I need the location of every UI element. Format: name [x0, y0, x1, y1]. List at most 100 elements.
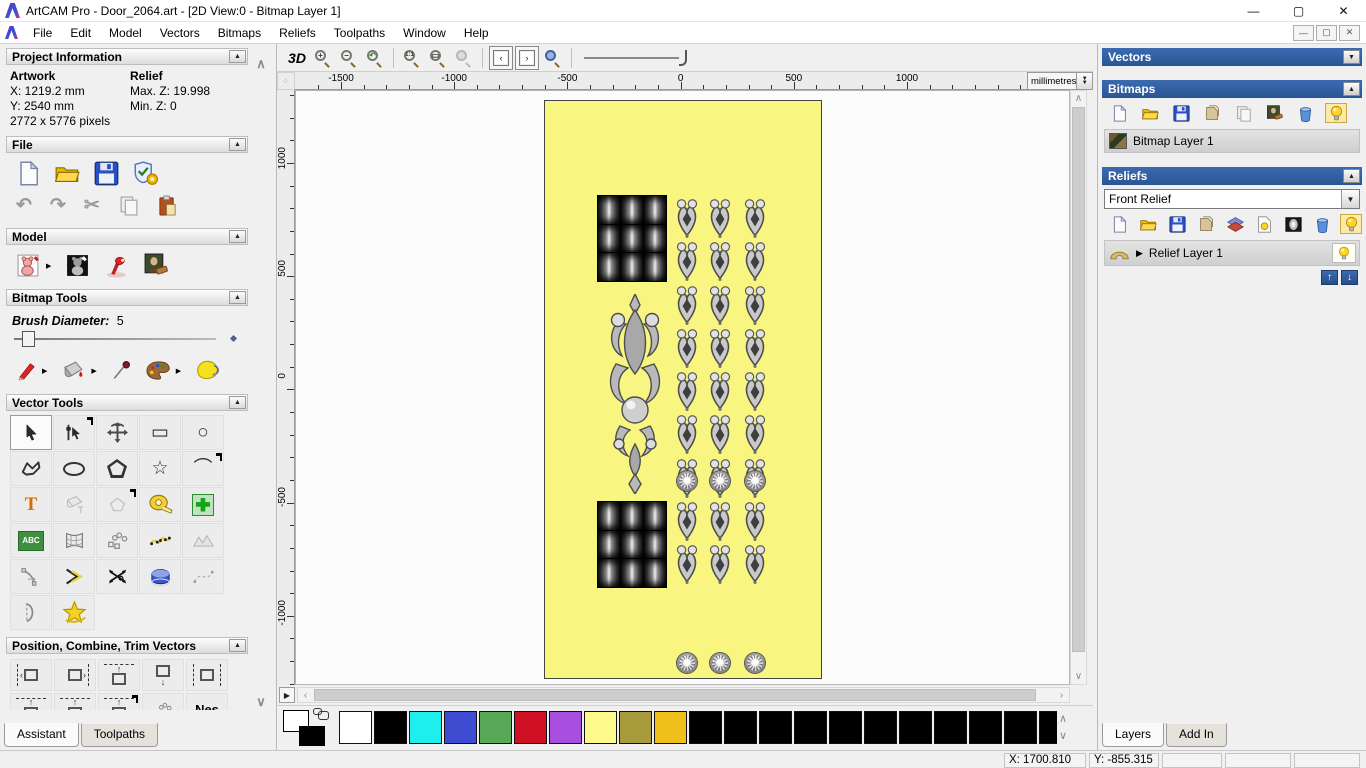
- redo-button[interactable]: ↷: [50, 194, 66, 217]
- expand-relief-layer-icon[interactable]: ▶: [1136, 248, 1143, 259]
- palette-scroll-down-icon[interactable]: ∨: [1055, 727, 1071, 744]
- zoom-fit-button[interactable]: ▭: [426, 46, 450, 70]
- open-relief-layer-button[interactable]: [1137, 214, 1159, 234]
- colour-palette-button[interactable]: [146, 358, 171, 383]
- new-bitmap-layer-button[interactable]: [1108, 103, 1130, 123]
- save-bitmap-layer-button[interactable]: [1170, 103, 1192, 123]
- pan-view-button[interactable]: ▶: [279, 687, 295, 703]
- create-circle-tool[interactable]: ○: [182, 415, 224, 450]
- fit-arc-tool[interactable]: [10, 559, 52, 594]
- relief-side-dropdown[interactable]: Front Relief ▼: [1104, 189, 1360, 209]
- create-ellipse-tool[interactable]: [53, 451, 95, 486]
- open-model-button[interactable]: [55, 161, 80, 186]
- node-editing-tool[interactable]: [53, 415, 95, 450]
- minimize-button[interactable]: —: [1231, 0, 1276, 22]
- tab-add-in[interactable]: Add In: [1166, 723, 1227, 747]
- slider-track[interactable]: [14, 338, 216, 340]
- palette-swatch-12[interactable]: [759, 711, 792, 744]
- pour-text-tool[interactable]: [53, 487, 95, 522]
- palette-swatch-15[interactable]: [864, 711, 897, 744]
- palette-swatch-14[interactable]: [829, 711, 862, 744]
- palette-swatch-5[interactable]: [514, 711, 547, 744]
- relief-layer-properties-button[interactable]: [1253, 214, 1275, 234]
- menu-item-reliefs[interactable]: Reliefs: [270, 23, 325, 43]
- units-dropdown[interactable]: millimetres ▼ ▼: [1027, 72, 1093, 90]
- measure-tool[interactable]: [139, 487, 181, 522]
- texture-relief-button[interactable]: [143, 253, 168, 278]
- primary-secondary-colour-selector[interactable]: [283, 708, 335, 748]
- blank-bitmap-button[interactable]: [1232, 103, 1254, 123]
- zoom-out-button[interactable]: −: [337, 46, 361, 70]
- align-top-button[interactable]: ↑: [98, 659, 140, 691]
- zoom-1to1-button[interactable]: 1:1: [400, 46, 424, 70]
- extrude-tool[interactable]: [139, 559, 181, 594]
- trim-vectors-tool[interactable]: [96, 559, 138, 594]
- relief-layer-row[interactable]: ▶ Relief Layer 1: [1104, 240, 1360, 266]
- palette-swatch-8[interactable]: [619, 711, 652, 744]
- move-layer-up-button[interactable]: ↑: [1321, 270, 1338, 285]
- menu-item-window[interactable]: Window: [394, 23, 455, 43]
- slider-handle[interactable]: [22, 331, 35, 347]
- align-stack-button[interactable]: ↑: [98, 693, 140, 710]
- toggle-bitmap-layer-visibility-button[interactable]: [1325, 103, 1347, 123]
- save-model-button[interactable]: [94, 161, 119, 186]
- merge-relief-layers-button[interactable]: [1195, 214, 1217, 234]
- section-profile-tool[interactable]: [10, 595, 52, 630]
- palette-scroll-up-icon[interactable]: ∧: [1055, 710, 1071, 727]
- align-left-button[interactable]: ‹: [10, 659, 52, 691]
- rollup-button[interactable]: ▲: [229, 396, 246, 409]
- vertical-scroll-thumb[interactable]: [1072, 107, 1085, 652]
- menu-item-help[interactable]: Help: [455, 23, 498, 43]
- rollup-button[interactable]: ▲: [229, 291, 246, 304]
- align-right-button[interactable]: ›: [54, 659, 96, 691]
- drawing-canvas[interactable]: [295, 90, 1070, 685]
- palette-swatch-6[interactable]: [549, 711, 582, 744]
- scroll-down-icon[interactable]: ∨: [252, 694, 270, 710]
- horizontal-scrollbar[interactable]: ‹ ›: [297, 687, 1070, 703]
- align-bottom-button[interactable]: ↓: [142, 659, 184, 691]
- bitmap-layer-row[interactable]: Bitmap Layer 1: [1104, 129, 1360, 153]
- fit-curve-tool[interactable]: [139, 523, 181, 558]
- contrast-slider[interactable]: [584, 48, 704, 68]
- palette-swatch-0[interactable]: [339, 711, 372, 744]
- scatter-copy-button[interactable]: [142, 693, 184, 710]
- brush-diameter-slider[interactable]: [10, 330, 244, 348]
- copy-button[interactable]: [118, 195, 139, 216]
- link-colours-icon[interactable]: [313, 708, 329, 720]
- move-layer-down-button[interactable]: ↓: [1341, 270, 1358, 285]
- menu-item-file[interactable]: File: [24, 23, 61, 43]
- palette-swatch-9[interactable]: [654, 711, 687, 744]
- relief-layer-stack-button[interactable]: [1224, 214, 1246, 234]
- new-model-button[interactable]: [16, 161, 41, 186]
- bitmap-doctor-button[interactable]: [195, 358, 220, 383]
- merge-bitmap-layers-button[interactable]: [1201, 103, 1223, 123]
- menu-item-model[interactable]: Model: [100, 23, 151, 43]
- menu-item-edit[interactable]: Edit: [61, 23, 100, 43]
- restore-button[interactable]: ▢: [1276, 0, 1321, 22]
- cut-button[interactable]: ✂: [84, 194, 100, 217]
- palette-swatch-19[interactable]: [1004, 711, 1037, 744]
- invert-model-button[interactable]: [65, 253, 90, 278]
- paste-button[interactable]: [157, 195, 178, 216]
- open-bitmap-layer-button[interactable]: [1139, 103, 1161, 123]
- mdi-minimize-button[interactable]: —: [1293, 24, 1314, 41]
- model-document[interactable]: [544, 100, 822, 679]
- rollup-button[interactable]: ▲: [229, 230, 246, 243]
- menu-item-vectors[interactable]: Vectors: [151, 23, 209, 43]
- delete-bitmap-layer-button[interactable]: [1294, 103, 1316, 123]
- smooth-vectors-tool[interactable]: [182, 523, 224, 558]
- mdi-close-button[interactable]: ✕: [1339, 24, 1360, 41]
- palette-swatch-4[interactable]: [479, 711, 512, 744]
- toggle-3d-view-button[interactable]: 3D: [285, 46, 309, 70]
- flyout-arrow-icon[interactable]: ▶: [46, 262, 51, 270]
- block-copy-tool[interactable]: [182, 487, 224, 522]
- palette-swatch-3[interactable]: [444, 711, 477, 744]
- create-polyline-tool[interactable]: [10, 451, 52, 486]
- nesting-button[interactable]: Nes: [186, 693, 228, 710]
- menu-item-bitmaps[interactable]: Bitmaps: [209, 23, 270, 43]
- paste-along-curve-tool[interactable]: [96, 523, 138, 558]
- scroll-left-icon[interactable]: ‹: [298, 688, 313, 702]
- palette-scrollbar[interactable]: ∧ ∨: [1055, 710, 1071, 748]
- create-freehand-curve-tool[interactable]: [182, 559, 224, 594]
- assistant-scrollbar[interactable]: ∧ ∨: [252, 48, 270, 720]
